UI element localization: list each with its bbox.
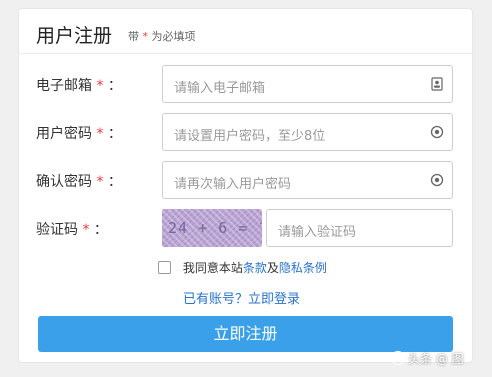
required-hint: 带 * 为必填项 xyxy=(128,28,196,44)
terms-link[interactable]: 条款 xyxy=(243,261,267,275)
captcha-image[interactable]: 24 + 6 = ? xyxy=(162,209,262,247)
agreement-and: 及 xyxy=(266,261,279,275)
captcha-text: 24 + 6 = ? xyxy=(168,219,262,237)
captcha-input[interactable]: 请输入验证码 xyxy=(266,209,453,247)
watermark: 头条 @ 图 xyxy=(391,350,464,367)
required-hint-prefix: 带 xyxy=(128,30,139,43)
label-colon: ： xyxy=(93,222,108,238)
email-input[interactable]: 请输入电子邮箱 xyxy=(162,65,453,103)
password-input[interactable]: 请设置用户密码，至少8位 xyxy=(162,113,453,151)
label-colon: ： xyxy=(107,174,122,190)
id-card-icon xyxy=(431,77,443,91)
register-card: 用户注册 带 * 为必填项 电子邮箱 * ： 请输入电子邮箱 用户密码 * ： xyxy=(18,8,473,363)
agreement-line: 我同意本站条款及隐私条例 xyxy=(158,259,327,276)
captcha-label: 验证码 * ： xyxy=(36,219,108,239)
card-header: 用户注册 带 * 为必填项 xyxy=(19,9,472,54)
required-star: * xyxy=(96,174,104,190)
watermark-text: 头条 @ 图 xyxy=(408,352,464,366)
captcha-row: 验证码 * ： 24 + 6 = ? 请输入验证码 xyxy=(19,209,472,249)
email-row: 电子邮箱 * ： 请输入电子邮箱 xyxy=(19,65,472,105)
watermark-icon xyxy=(391,351,405,365)
page-title: 用户注册 xyxy=(36,25,113,47)
required-star: * xyxy=(82,222,90,238)
required-star: * xyxy=(142,30,149,43)
required-star: * xyxy=(96,126,104,142)
email-placeholder: 请输入电子邮箱 xyxy=(174,81,266,96)
required-hint-suffix: 为必填项 xyxy=(151,30,196,43)
privacy-link[interactable]: 隐私条例 xyxy=(279,261,327,275)
label-colon: ： xyxy=(107,78,122,94)
email-label-text: 电子邮箱 xyxy=(36,78,92,94)
label-colon: ： xyxy=(107,126,122,142)
email-label: 电子邮箱 * ： xyxy=(36,75,122,95)
register-button[interactable]: 立即注册 xyxy=(38,316,453,352)
eye-icon[interactable] xyxy=(430,173,444,187)
login-link[interactable]: 已有账号？立即登录 xyxy=(183,288,300,307)
captcha-label-text: 验证码 xyxy=(36,222,78,238)
confirm-password-label: 确认密码 * ： xyxy=(36,171,122,191)
agreement-prefix: 我同意本站 xyxy=(182,261,243,275)
confirm-password-row: 确认密码 * ： 请再次输入用户密码 xyxy=(19,161,472,201)
captcha-placeholder: 请输入验证码 xyxy=(278,225,357,240)
required-star: * xyxy=(96,78,104,94)
confirm-password-placeholder: 请再次输入用户密码 xyxy=(174,177,292,192)
confirm-password-input[interactable]: 请再次输入用户密码 xyxy=(162,161,453,199)
confirm-password-label-text: 确认密码 xyxy=(36,174,92,190)
password-label-text: 用户密码 xyxy=(36,126,92,142)
eye-icon[interactable] xyxy=(430,125,444,139)
agree-checkbox[interactable] xyxy=(158,261,171,274)
password-row: 用户密码 * ： 请设置用户密码，至少8位 xyxy=(19,113,472,153)
password-label: 用户密码 * ： xyxy=(36,123,122,143)
password-placeholder: 请设置用户密码，至少8位 xyxy=(174,129,326,144)
